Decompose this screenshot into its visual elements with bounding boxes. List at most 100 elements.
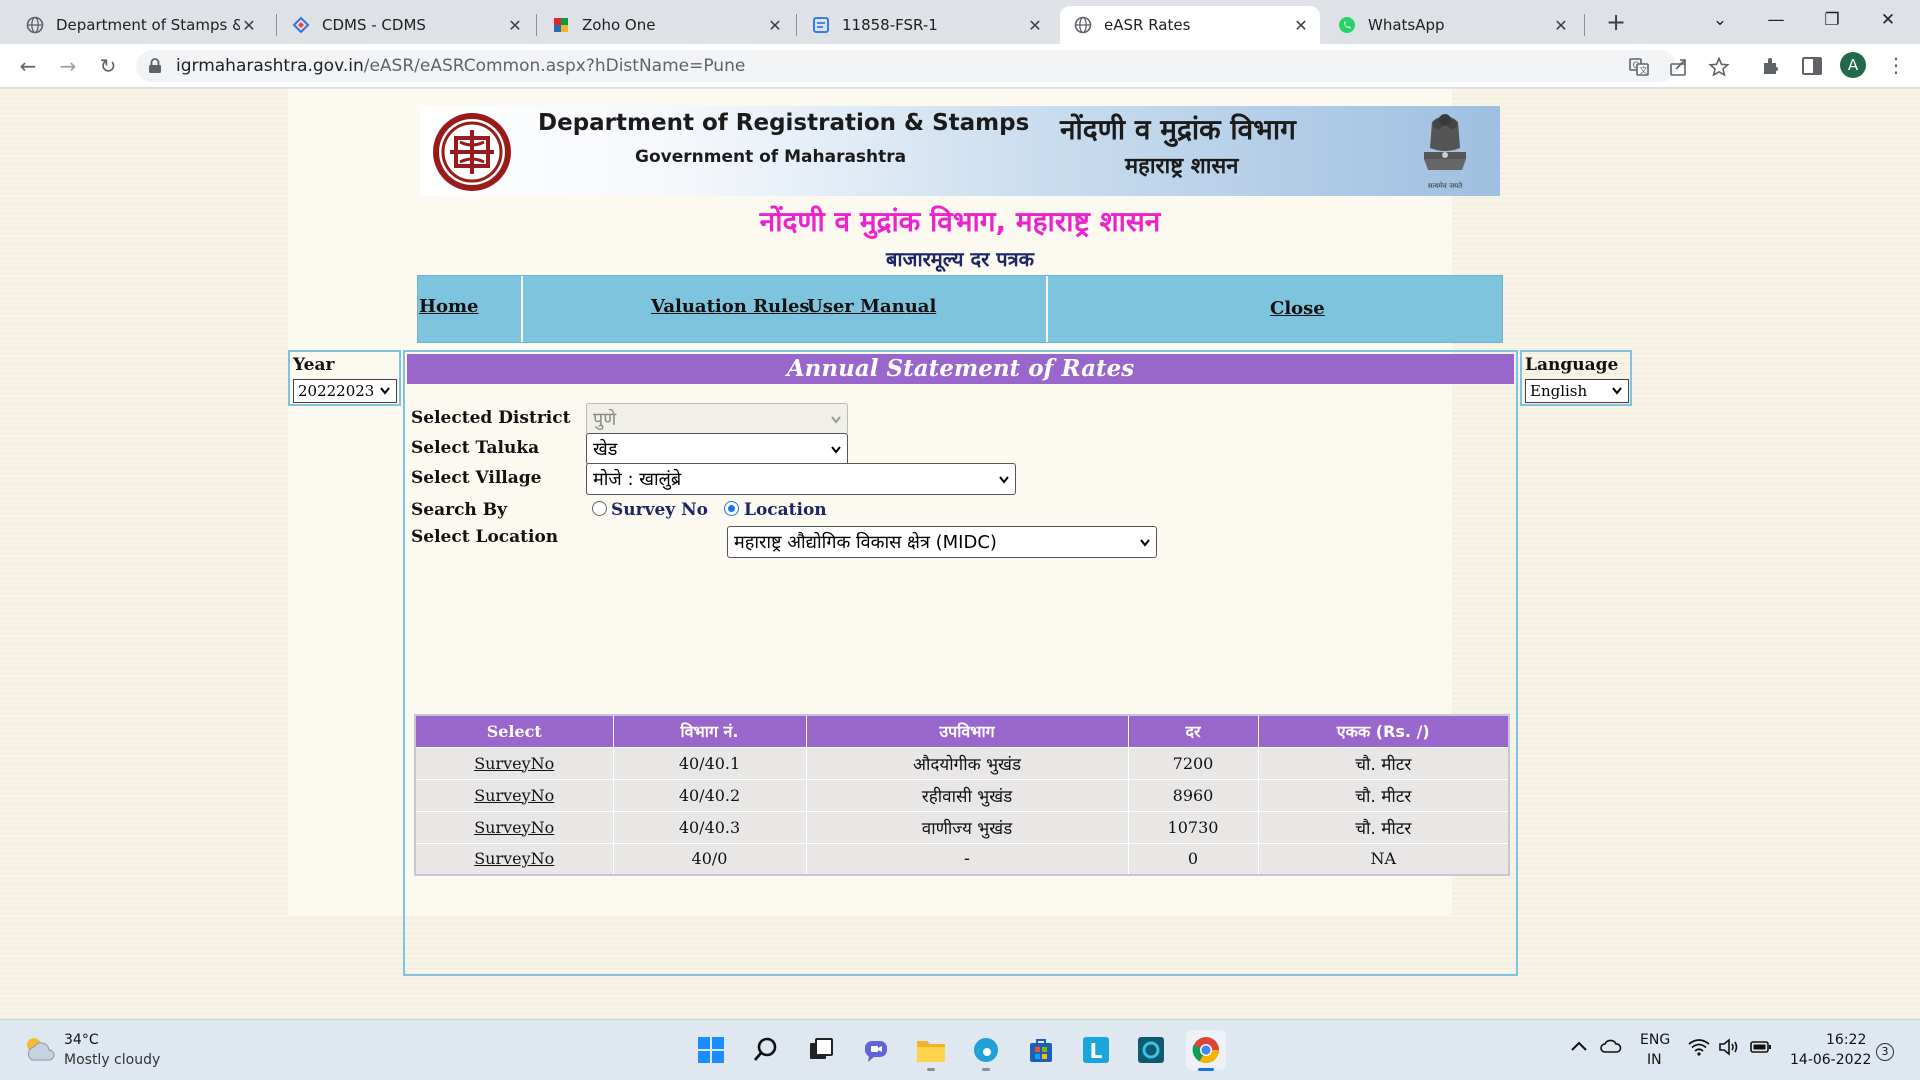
cortana-circle-icon[interactable] — [1131, 1030, 1171, 1070]
table-row: SurveyNo 40/40.1 औदयोगीक भुखंड 7200 चौ. … — [414, 746, 1510, 780]
chrome-browser-icon[interactable] — [1186, 1030, 1226, 1071]
side-panel-icon[interactable] — [1800, 54, 1824, 78]
chevron-down-icon — [1140, 539, 1150, 547]
back-button[interactable]: ← — [14, 52, 42, 80]
tab-divider — [536, 14, 537, 36]
table-header-row: Select विभाग नं. उपविभाग दर एकक (Rs. /) — [414, 714, 1510, 748]
weather-temperature[interactable]: 34°C — [64, 1032, 99, 1048]
division-cell: 40/40.2 — [612, 778, 807, 812]
weather-description[interactable]: Mostly cloudy — [64, 1052, 160, 1068]
valuation-rules-link[interactable]: Valuation Rules — [651, 296, 810, 317]
more-menu-icon[interactable]: ⋮ — [1886, 52, 1906, 78]
cdms-icon — [292, 16, 310, 34]
browser-tab[interactable]: Zoho One ✕ — [538, 6, 794, 44]
subdivision-cell: - — [805, 842, 1129, 876]
bookmark-star-icon[interactable] — [1708, 56, 1730, 78]
close-tab-icon[interactable]: ✕ — [1552, 16, 1570, 35]
browser-tab-active[interactable]: eASR Rates ✕ — [1060, 6, 1320, 44]
keyboard-region[interactable]: IN — [1647, 1052, 1662, 1068]
windows-start-icon[interactable] — [691, 1030, 731, 1070]
search-by-label: Search By — [411, 500, 507, 520]
user-manual-link[interactable]: User Manual — [807, 296, 936, 317]
file-explorer-icon[interactable] — [911, 1030, 951, 1071]
close-window-button[interactable]: ✕ — [1860, 0, 1916, 40]
browser-tab[interactable]: 11858-FSR-1 ✕ — [798, 6, 1054, 44]
language-label: Language — [1525, 355, 1619, 375]
edge-browser-icon[interactable] — [966, 1030, 1006, 1071]
location-select[interactable]: महाराष्ट्र औद्योगिक विकास क्षेत्र (MIDC) — [727, 526, 1157, 558]
url-text: igrmaharashtra.gov.in/eASR/eASRCommon.as… — [176, 56, 745, 76]
l-app-icon[interactable]: L — [1076, 1030, 1116, 1070]
location-option-label[interactable]: Location — [744, 500, 827, 520]
close-tab-icon[interactable]: ✕ — [1026, 16, 1044, 35]
profile-avatar[interactable]: A — [1840, 52, 1866, 78]
table-row: SurveyNo 40/0 - 0 NA — [414, 842, 1510, 876]
address-bar[interactable]: igrmaharashtra.gov.in/eASR/eASRCommon.as… — [136, 50, 1730, 82]
location-radio[interactable] — [724, 501, 739, 516]
unit-cell: चौ. मीटर — [1257, 810, 1510, 844]
restore-button[interactable]: ❐ — [1804, 0, 1860, 40]
rate-cell: 7200 — [1127, 746, 1259, 780]
year-panel: Year 20222023 — [288, 350, 401, 406]
wifi-icon[interactable] — [1688, 1038, 1710, 1060]
menu-divider — [1046, 276, 1048, 342]
village-select[interactable]: मोजे : खालुंब्रे — [586, 463, 1016, 495]
share-icon[interactable] — [1668, 56, 1690, 78]
district-select-value: पुणे — [593, 409, 617, 430]
close-tab-icon[interactable]: ✕ — [1292, 16, 1310, 35]
banner-title-marathi: नोंदणी व मुद्रांक विभाग — [1060, 113, 1296, 146]
onedrive-cloud-icon[interactable] — [1600, 1039, 1622, 1057]
keyboard-language[interactable]: ENG — [1640, 1032, 1670, 1048]
close-tab-icon[interactable]: ✕ — [240, 16, 258, 35]
survey-no-link[interactable]: SurveyNo — [474, 754, 554, 773]
survey-no-radio[interactable] — [592, 501, 607, 516]
home-link[interactable]: Home — [419, 296, 479, 317]
running-indicator — [1198, 1068, 1214, 1071]
browser-tab[interactable]: CDMS - CDMS ✕ — [278, 6, 534, 44]
task-view-icon[interactable] — [801, 1030, 841, 1070]
svg-text:文: 文 — [1640, 65, 1648, 75]
notification-badge[interactable]: 3 — [1876, 1043, 1894, 1061]
department-seal-logo — [426, 110, 518, 196]
search-icon[interactable] — [746, 1030, 786, 1070]
close-link[interactable]: Close — [1270, 298, 1325, 319]
survey-no-option-label[interactable]: Survey No — [611, 500, 708, 520]
rates-table: Select विभाग नं. उपविभाग दर एकक (Rs. /) … — [414, 714, 1510, 876]
tab-search-icon[interactable]: ⌄ — [1692, 0, 1748, 40]
minimize-button[interactable]: — — [1748, 0, 1804, 40]
lock-icon[interactable] — [148, 58, 162, 78]
division-cell: 40/0 — [612, 842, 807, 876]
district-label: Selected District — [411, 408, 571, 428]
year-select[interactable]: 20222023 — [293, 379, 397, 403]
teams-chat-icon[interactable] — [856, 1030, 896, 1070]
close-tab-icon[interactable]: ✕ — [766, 16, 784, 35]
survey-no-link[interactable]: SurveyNo — [474, 786, 554, 805]
browser-tab[interactable]: WhatsApp ✕ — [1324, 6, 1580, 44]
year-select-value: 20222023 — [298, 382, 375, 400]
year-label: Year — [293, 355, 335, 375]
weather-cloudy-icon[interactable] — [22, 1034, 56, 1068]
battery-icon[interactable] — [1750, 1040, 1772, 1058]
extensions-puzzle-icon[interactable] — [1760, 54, 1784, 78]
clock-date[interactable]: 14-06-2022 — [1790, 1052, 1871, 1068]
taluka-select[interactable]: खेड — [586, 433, 848, 465]
browser-tab[interactable]: Department of Stamps & Re ✕ — [12, 6, 268, 44]
close-tab-icon[interactable]: ✕ — [506, 16, 524, 35]
clock-time[interactable]: 16:22 — [1826, 1032, 1866, 1048]
tab-divider — [276, 14, 277, 36]
reload-button[interactable]: ↻ — [94, 52, 122, 80]
unit-cell: चौ. मीटर — [1257, 778, 1510, 812]
subdivision-cell: वाणीज्य भुखंड — [805, 810, 1129, 844]
tab-title: Zoho One — [582, 16, 656, 34]
column-header-rate: दर — [1127, 714, 1259, 748]
new-tab-button[interactable]: + — [1600, 6, 1632, 38]
microsoft-store-icon[interactable] — [1021, 1030, 1061, 1070]
top-menu-bar: Home Valuation Rules User Manual Close — [417, 275, 1503, 343]
language-select[interactable]: English — [1525, 379, 1629, 403]
speaker-volume-icon[interactable] — [1718, 1038, 1740, 1060]
forward-button[interactable]: → — [54, 52, 82, 80]
show-hidden-icons-chevron-up-icon[interactable] — [1570, 1039, 1588, 1057]
survey-no-link[interactable]: SurveyNo — [474, 818, 554, 837]
survey-no-link[interactable]: SurveyNo — [474, 849, 554, 868]
translate-icon[interactable]: G文 — [1628, 56, 1650, 78]
